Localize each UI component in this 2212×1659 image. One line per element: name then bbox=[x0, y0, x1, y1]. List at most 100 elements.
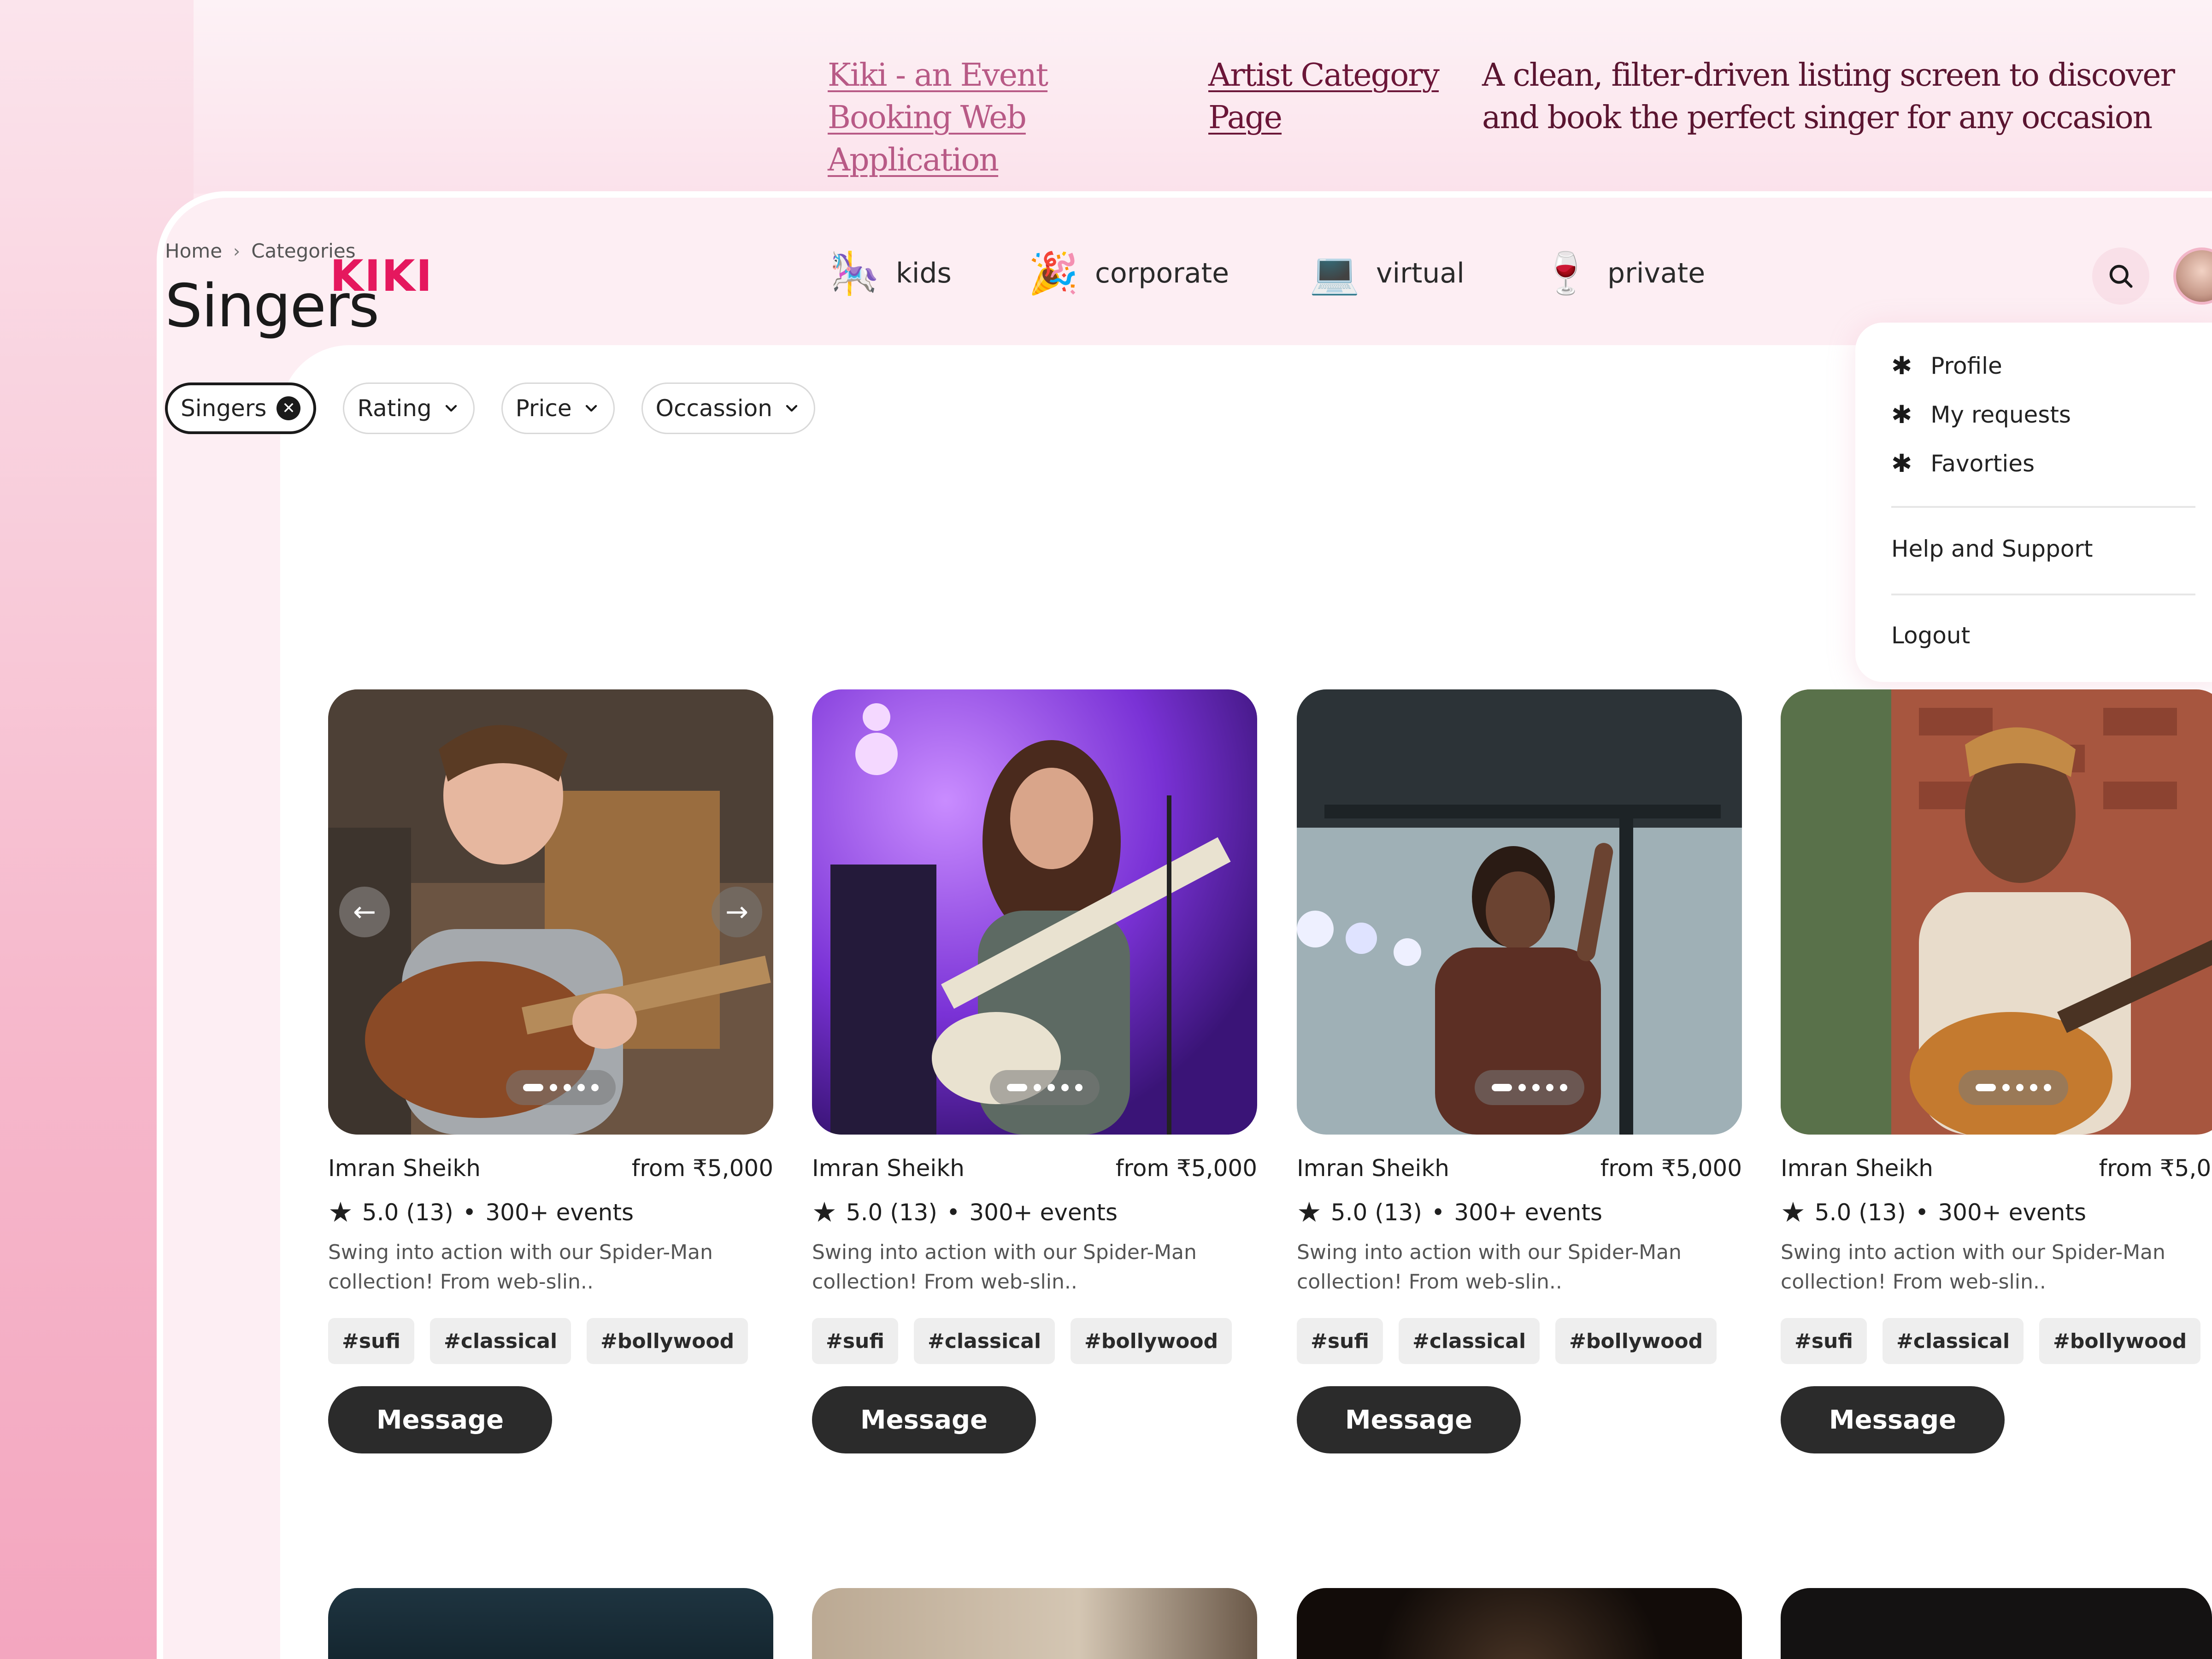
filter-label: Singers bbox=[181, 395, 267, 422]
menu-item-help-support[interactable]: Help and Support bbox=[1891, 535, 2093, 562]
chevron-down-icon bbox=[445, 405, 457, 412]
artist-card[interactable]: Imran Sheikh from ₹5,000 ★ 5.0 (13) • 30… bbox=[1297, 689, 1742, 1453]
search-button[interactable] bbox=[2092, 247, 2149, 305]
artist-rating: 5.0 (13) bbox=[1330, 1199, 1422, 1226]
tag-chip[interactable]: #classical bbox=[1399, 1318, 1540, 1364]
artist-photo-preview[interactable] bbox=[1297, 1588, 1742, 1659]
photo-pagination-dots[interactable] bbox=[506, 1070, 616, 1105]
nav-label: private bbox=[1607, 257, 1706, 289]
artist-description: Swing into action with our Spider-Man co… bbox=[1297, 1241, 1682, 1294]
filter-label: Rating bbox=[357, 395, 432, 422]
photo-pagination-dots[interactable] bbox=[1475, 1070, 1584, 1105]
page-description: A clean, filter-driven listing screen to… bbox=[1482, 57, 2175, 136]
menu-item-favorites[interactable]: ✱ Favorties bbox=[1891, 449, 2035, 478]
user-menu-dropdown: ✱ Profile ✱ My requests ✱ Favorties Help… bbox=[1855, 323, 2212, 682]
artist-photo[interactable] bbox=[1297, 689, 1742, 1135]
bullet-separator: • bbox=[462, 1199, 477, 1226]
message-button[interactable]: Message bbox=[812, 1386, 1036, 1453]
next-photo-arrow-icon[interactable]: → bbox=[712, 887, 762, 937]
nav-item-corporate[interactable]: 🎉 corporate bbox=[1028, 248, 1230, 298]
tag-chip[interactable]: #sufi bbox=[1297, 1318, 1383, 1364]
photo-pagination-dots[interactable] bbox=[990, 1070, 1100, 1105]
artist-tags: #sufi #classical #bollywood bbox=[328, 1318, 748, 1364]
filter-price-dropdown[interactable]: Price bbox=[501, 382, 615, 434]
search-icon bbox=[2109, 265, 2133, 288]
filter-label: Price bbox=[515, 395, 572, 422]
close-icon[interactable]: ✕ bbox=[276, 396, 301, 420]
artist-card[interactable]: ← → Imran Sheikh from ₹5,000 ★ 5.0 (13) … bbox=[328, 689, 773, 1453]
menu-label: Help and Support bbox=[1891, 535, 2093, 562]
menu-item-logout[interactable]: Logout bbox=[1891, 622, 1970, 649]
message-button[interactable]: Message bbox=[1297, 1386, 1521, 1453]
tag-chip[interactable]: #bollywood bbox=[2039, 1318, 2201, 1364]
user-avatar[interactable] bbox=[2173, 247, 2212, 305]
artist-description: Swing into action with our Spider-Man co… bbox=[812, 1241, 1197, 1294]
party-popper-icon: 🎉 bbox=[1028, 249, 1079, 297]
tag-chip[interactable]: #sufi bbox=[328, 1318, 414, 1364]
nav-item-private[interactable]: 🍷 private bbox=[1541, 248, 1705, 298]
artist-tags: #sufi #classical #bollywood bbox=[812, 1318, 1232, 1364]
breadcrumb-categories[interactable]: Categories bbox=[251, 240, 355, 262]
previous-photo-arrow-icon[interactable]: ← bbox=[339, 887, 390, 937]
tag-chip[interactable]: #bollywood bbox=[1555, 1318, 1717, 1364]
tag-chip[interactable]: #sufi bbox=[812, 1318, 898, 1364]
artist-card[interactable]: Imran Sheikh from ₹5,000 ★ 5.0 (13) • 30… bbox=[812, 689, 1257, 1453]
menu-item-my-requests[interactable]: ✱ My requests bbox=[1891, 400, 2071, 429]
tag-chip[interactable]: #sufi bbox=[1781, 1318, 1867, 1364]
artist-events: 300+ events bbox=[1938, 1199, 2087, 1226]
menu-divider bbox=[1891, 594, 2195, 595]
artist-photo-preview[interactable] bbox=[328, 1588, 773, 1659]
menu-divider bbox=[1891, 506, 2195, 508]
chevron-right-icon: › bbox=[233, 241, 241, 261]
artist-name[interactable]: Imran Sheikh bbox=[328, 1155, 481, 1182]
artist-tags: #sufi #classical #bollywood bbox=[1297, 1318, 1717, 1364]
star-icon: ★ bbox=[812, 1196, 837, 1229]
asterisk-icon: ✱ bbox=[1891, 400, 1912, 429]
nav-label: kids bbox=[896, 257, 952, 289]
artist-price: from ₹5,000 bbox=[631, 1155, 773, 1182]
filter-label: Occassion bbox=[655, 395, 772, 422]
menu-item-profile[interactable]: ✱ Profile bbox=[1891, 351, 2002, 380]
tag-chip[interactable]: #classical bbox=[1883, 1318, 2024, 1364]
filter-occasion-dropdown[interactable]: Occassion bbox=[641, 382, 815, 434]
nav-label: virtual bbox=[1376, 257, 1465, 289]
photo-pagination-dots[interactable] bbox=[1959, 1070, 2068, 1105]
laptop-party-icon: 💻 bbox=[1309, 249, 1360, 297]
artist-name[interactable]: Imran Sheikh bbox=[1781, 1155, 1933, 1182]
artist-events: 300+ events bbox=[1454, 1199, 1603, 1226]
carousel-horse-icon: 🎠 bbox=[829, 249, 880, 297]
artist-price: from ₹5,000 bbox=[1600, 1155, 1742, 1182]
star-icon: ★ bbox=[1781, 1196, 1806, 1229]
message-button[interactable]: Message bbox=[328, 1386, 552, 1453]
nav-label: corporate bbox=[1095, 257, 1230, 289]
artist-description: Swing into action with our Spider-Man co… bbox=[1781, 1241, 2165, 1294]
artist-photo[interactable] bbox=[812, 689, 1257, 1135]
artist-price: from ₹5,000 bbox=[1115, 1155, 1257, 1182]
filter-rating-dropdown[interactable]: Rating bbox=[343, 382, 475, 434]
breadcrumb: Home › Categories bbox=[165, 240, 356, 262]
nav-item-virtual[interactable]: 💻 virtual bbox=[1309, 248, 1465, 298]
chevron-down-icon bbox=[786, 405, 798, 412]
artist-photo-preview[interactable] bbox=[1781, 1588, 2212, 1659]
tag-chip[interactable]: #bollywood bbox=[587, 1318, 748, 1364]
project-title-link[interactable]: Kiki - an Event Booking Web Application bbox=[828, 54, 1178, 182]
nav-item-kids[interactable]: 🎠 kids bbox=[829, 248, 952, 298]
artist-name[interactable]: Imran Sheikh bbox=[812, 1155, 965, 1182]
asterisk-icon: ✱ bbox=[1891, 351, 1912, 380]
tag-chip[interactable]: #classical bbox=[430, 1318, 571, 1364]
artist-card[interactable]: Imran Sheikh from ₹5,00 ★ 5.0 (13) • 300… bbox=[1781, 689, 2212, 1473]
tag-chip[interactable]: #bollywood bbox=[1071, 1318, 1232, 1364]
filter-chip-singers[interactable]: Singers ✕ bbox=[165, 382, 317, 434]
artist-photo-preview[interactable] bbox=[812, 1588, 1257, 1659]
message-button[interactable]: Message bbox=[1781, 1386, 2005, 1453]
artist-photo[interactable] bbox=[1781, 689, 2212, 1135]
artist-name[interactable]: Imran Sheikh bbox=[1297, 1155, 1449, 1182]
menu-label: My requests bbox=[1930, 401, 2071, 428]
artist-photo[interactable]: ← → bbox=[328, 689, 773, 1135]
tag-chip[interactable]: #classical bbox=[914, 1318, 1055, 1364]
breadcrumb-home[interactable]: Home bbox=[165, 240, 222, 262]
bullet-separator: • bbox=[1915, 1199, 1929, 1226]
page-name-link[interactable]: Artist Category Page bbox=[1208, 54, 1448, 139]
wine-glasses-icon: 🍷 bbox=[1541, 249, 1591, 297]
menu-label: Profile bbox=[1930, 352, 2002, 379]
